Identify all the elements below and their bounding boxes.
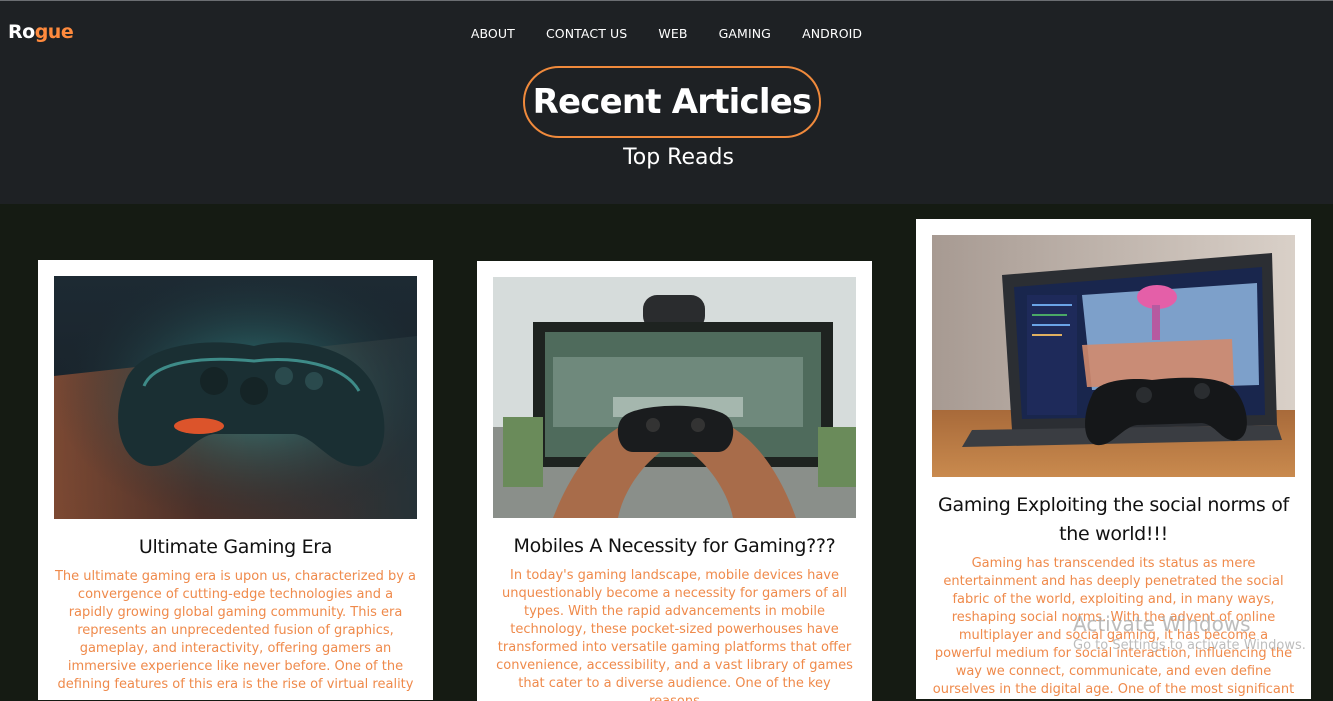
nav-about[interactable]: ABOUT xyxy=(471,26,515,41)
watermark-line2: Go to Settings to activate Windows. xyxy=(1073,638,1306,653)
page-title: Recent Articles xyxy=(532,82,813,122)
main-nav: ABOUT CONTACT US WEB GAMING ANDROID xyxy=(0,23,1333,42)
page-subtitle: Top Reads xyxy=(623,145,734,170)
article-title[interactable]: Gaming Exploiting the social norms of th… xyxy=(932,491,1295,549)
article-card-2[interactable]: Mobiles A Necessity for Gaming??? In tod… xyxy=(477,261,872,701)
watermark-line1: Activate Windows xyxy=(1073,612,1251,636)
nav-contact-us[interactable]: CONTACT US xyxy=(546,26,627,41)
article-title[interactable]: Mobiles A Necessity for Gaming??? xyxy=(493,532,856,561)
site-header: Rogue ABOUT CONTACT US WEB GAMING ANDROI… xyxy=(0,1,1333,204)
nav-gaming[interactable]: GAMING xyxy=(719,26,771,41)
article-image-laptop-controller[interactable] xyxy=(932,235,1295,477)
activate-windows-watermark: Activate Windows Go to Settings to activ… xyxy=(1073,612,1306,653)
article-title[interactable]: Ultimate Gaming Era xyxy=(54,533,417,562)
article-image-controller-hands[interactable] xyxy=(493,277,856,518)
page-title-pill: Recent Articles xyxy=(523,66,821,138)
nav-web[interactable]: WEB xyxy=(658,26,687,41)
article-excerpt: In today's gaming landscape, mobile devi… xyxy=(496,568,853,701)
article-image-gamepad[interactable] xyxy=(54,276,417,519)
nav-android[interactable]: ANDROID xyxy=(802,26,862,41)
article-card-1[interactable]: Ultimate Gaming Era The ultimate gaming … xyxy=(38,260,433,700)
article-excerpt: The ultimate gaming era is upon us, char… xyxy=(54,569,416,692)
